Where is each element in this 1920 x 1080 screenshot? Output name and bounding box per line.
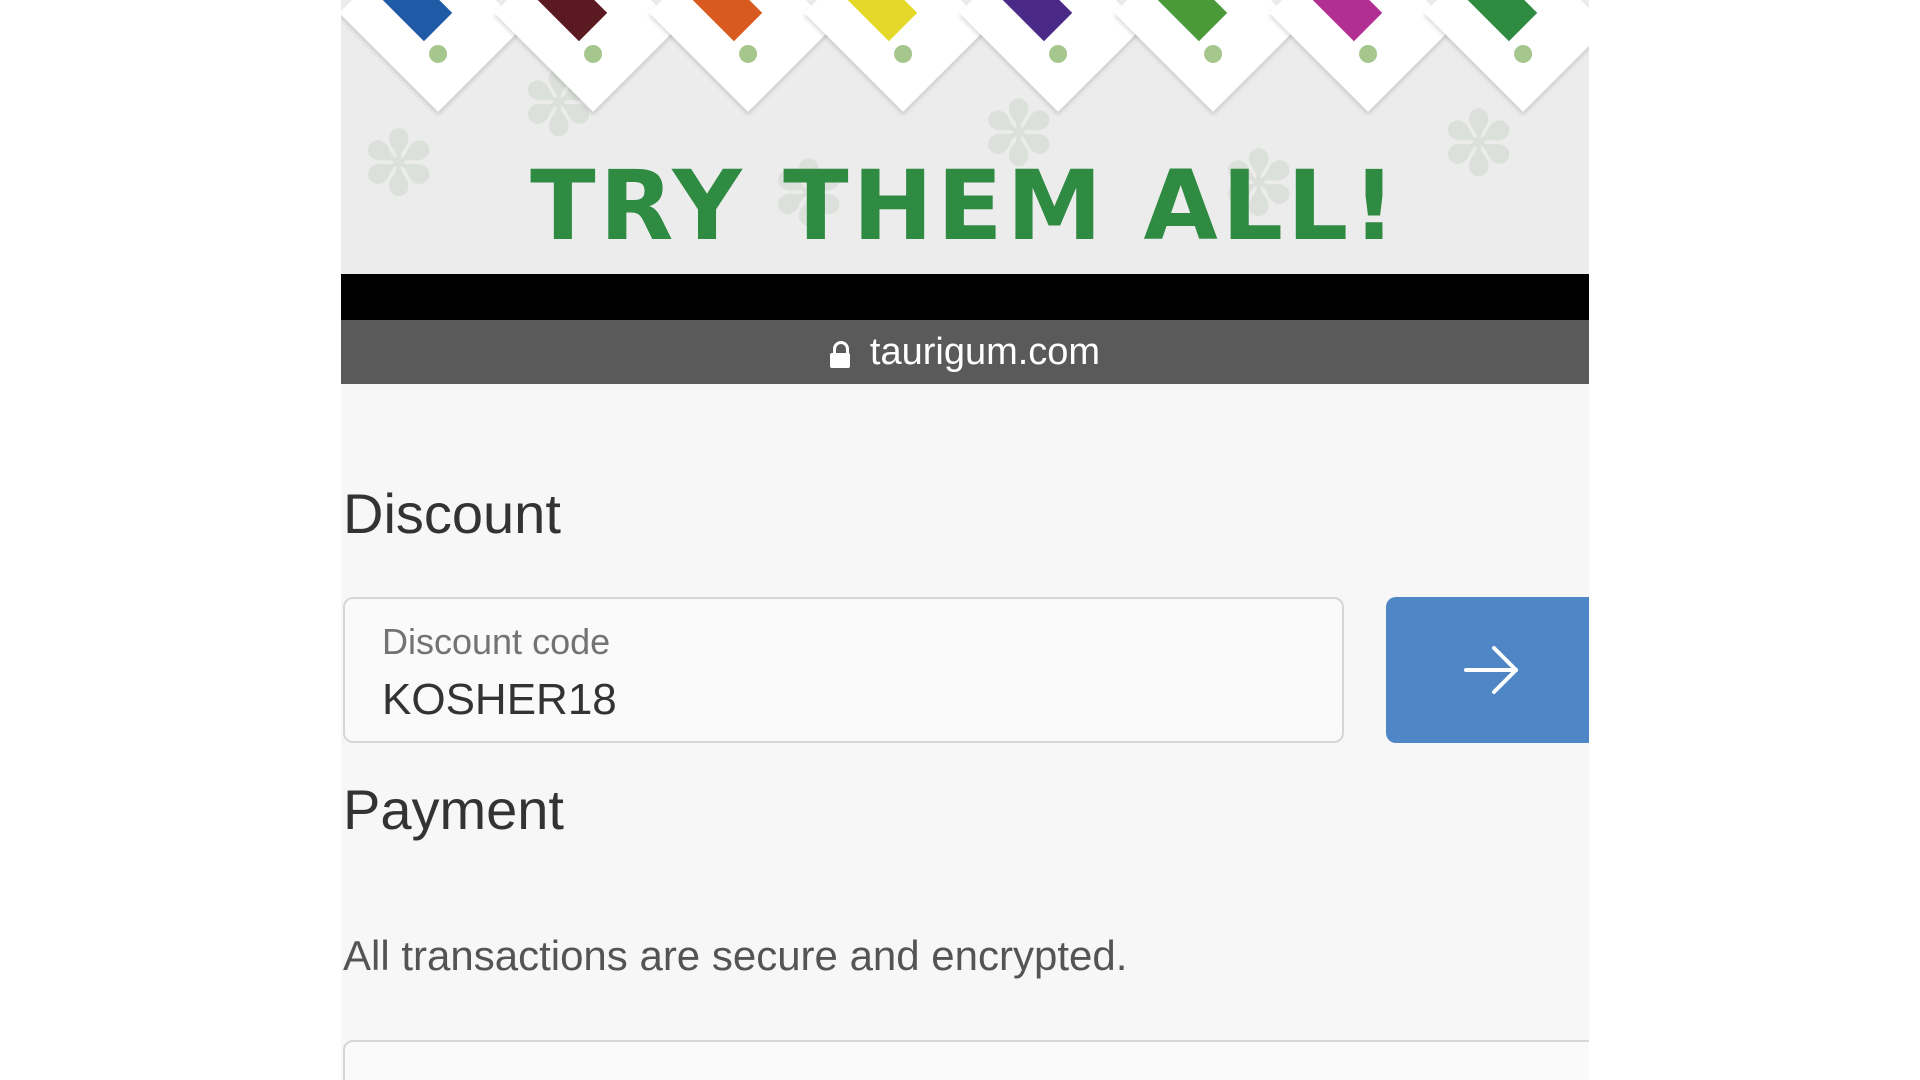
arrow-right-icon	[1464, 646, 1518, 694]
banner-headline: TRY THEM ALL!	[530, 150, 1400, 262]
apply-discount-button[interactable]	[1386, 597, 1589, 743]
product-packet	[1269, 0, 1453, 112]
discount-heading: Discount	[343, 482, 561, 545]
secure-transactions-note: All transactions are secure and encrypte…	[343, 932, 1128, 979]
discount-code-label: Discount code	[382, 621, 611, 662]
product-packet	[649, 0, 833, 112]
payment-heading: Payment	[343, 778, 564, 841]
payment-method-box[interactable]	[343, 1040, 1589, 1080]
phone-screenshot: ✽ ✽ ✽ ✽ ✽ ✽ TRY THEM ALL! taurigum.com D…	[341, 0, 1589, 1080]
browser-url-bar[interactable]: taurigum.com	[341, 320, 1589, 384]
product-packet	[1424, 0, 1589, 112]
divider-bar	[341, 274, 1589, 320]
product-packet	[1114, 0, 1298, 112]
product-packets	[341, 0, 1589, 112]
product-packet	[804, 0, 988, 112]
promo-banner: ✽ ✽ ✽ ✽ ✽ ✽ TRY THEM ALL!	[341, 0, 1589, 274]
lock-icon	[829, 341, 850, 368]
url-text: taurigum.com	[869, 330, 1101, 373]
checkout-content: Discount Discount code KOSHER18 Payment …	[341, 384, 1589, 1080]
product-packet	[494, 0, 678, 112]
product-packet	[959, 0, 1143, 112]
discount-code-input[interactable]: Discount code KOSHER18	[343, 597, 1344, 743]
product-packet	[341, 0, 523, 112]
discount-code-value[interactable]: KOSHER18	[382, 675, 617, 725]
